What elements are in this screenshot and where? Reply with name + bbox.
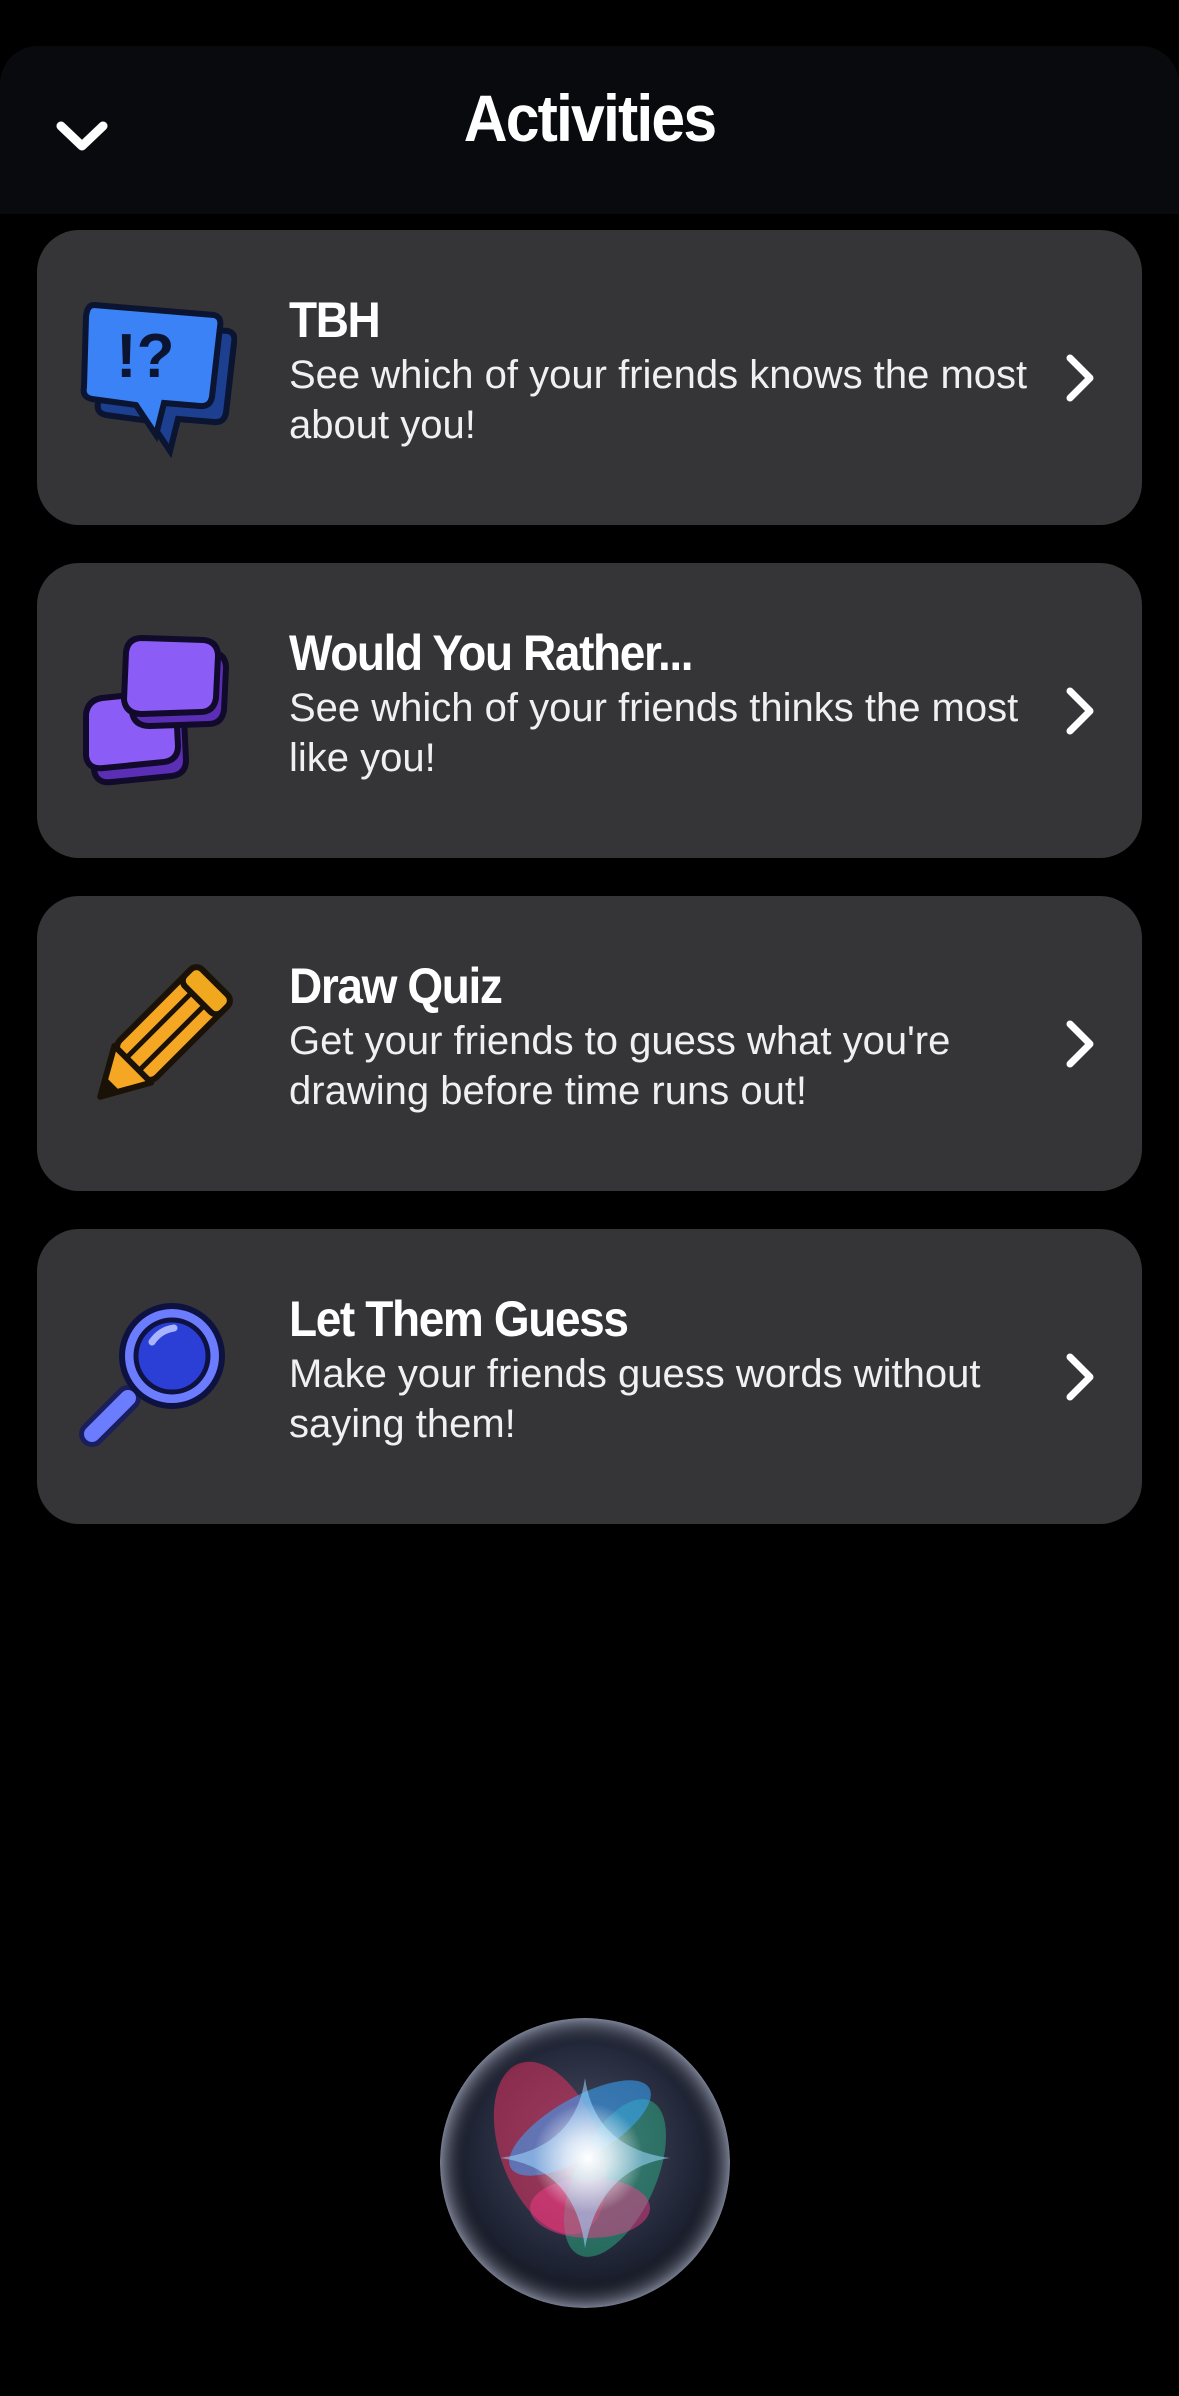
activity-title: Would You Rather... <box>289 625 694 681</box>
magnifying-glass-icon <box>72 1294 237 1459</box>
activity-title: Draw Quiz <box>289 958 503 1014</box>
activity-card-draw-quiz[interactable]: Draw Quiz Get your friends to guess what… <box>37 896 1142 1191</box>
activity-card-tbh[interactable]: !? TBH See which of your friends knows t… <box>37 230 1142 525</box>
svg-text:!?: !? <box>116 322 175 391</box>
siri-orb-icon[interactable] <box>440 2018 730 2308</box>
speech-bubble-question-icon: !? <box>72 295 238 460</box>
two-cards-icon <box>72 628 237 793</box>
activity-description: See which of your friends knows the most… <box>289 353 1028 447</box>
chevron-right-icon <box>1058 681 1102 741</box>
chevron-right-icon <box>1058 348 1102 408</box>
activity-list: !? TBH See which of your friends knows t… <box>37 230 1142 1562</box>
activity-description: Make your friends guess words without sa… <box>289 1352 981 1446</box>
page-title: Activities <box>463 81 717 155</box>
activity-title: Let Them Guess <box>289 1291 629 1347</box>
pencil-icon <box>72 961 237 1126</box>
chevron-right-icon <box>1058 1014 1102 1074</box>
activity-description: See which of your friends thinks the mos… <box>289 686 1019 780</box>
header-bar: Activities <box>0 46 1179 214</box>
chevron-right-icon <box>1058 1347 1102 1407</box>
activity-card-would-you-rather[interactable]: Would You Rather... See which of your fr… <box>37 563 1142 858</box>
activity-description: Get your friends to guess what you're dr… <box>289 1019 951 1113</box>
activity-title: TBH <box>289 292 381 348</box>
activity-card-let-them-guess[interactable]: Let Them Guess Make your friends guess w… <box>37 1229 1142 1524</box>
